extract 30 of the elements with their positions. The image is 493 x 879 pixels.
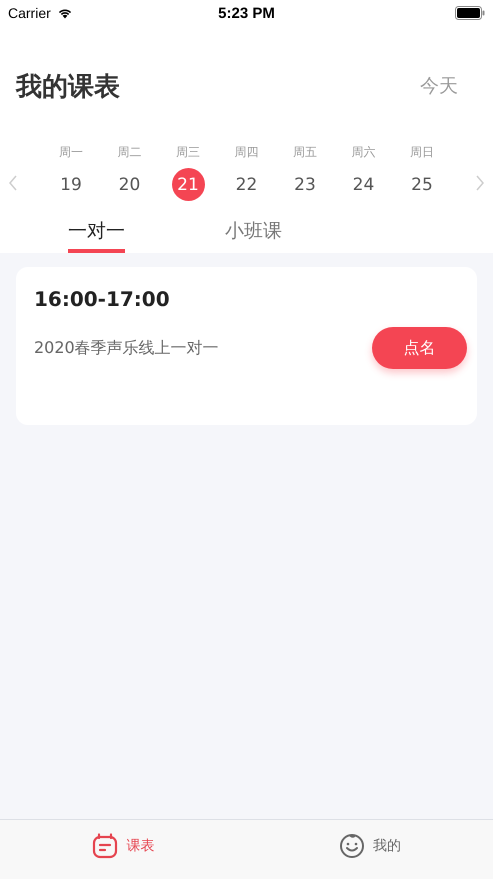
calendar-icon [92,832,118,858]
weekday-label: 周一 [59,144,83,161]
weekday-label: 周五 [293,144,317,161]
tab-bar-item[interactable]: 课表 [0,820,246,879]
lesson-name: 2020春季声乐线上一对一 [34,338,219,358]
chevron-right-icon[interactable] [475,174,485,190]
weekday-label: 周日 [410,144,434,161]
tab[interactable]: 一对一 [68,213,125,253]
chevron-left-icon[interactable] [8,174,18,190]
weekday-label: 周三 [176,144,200,161]
weekday-label: 周六 [352,144,376,161]
tab-bar-item[interactable]: 我的 [246,820,493,879]
battery-icon [455,6,485,20]
date-button[interactable]: 23 [288,168,322,201]
date-button[interactable]: 22 [230,168,263,201]
page-title: 我的课表 [16,70,120,104]
date-button[interactable]: 19 [54,168,88,201]
weekday-label: 周四 [234,144,258,161]
date-button[interactable]: 24 [347,168,380,201]
date-button[interactable]: 25 [406,168,438,201]
roll-call-button[interactable]: 点名 [372,327,467,369]
carrier-label: Carrier [8,5,51,21]
smiley-face-icon [338,832,365,858]
wifi-icon [56,7,73,19]
lesson-time: 16:00-17:00 [34,287,171,311]
weekday-label: 周二 [118,144,142,161]
tab[interactable]: 小班课 [225,213,282,253]
date-button[interactable]: 21 [172,168,204,201]
status-time: 5:23 PM [218,4,275,22]
date-button[interactable]: 20 [113,168,146,201]
